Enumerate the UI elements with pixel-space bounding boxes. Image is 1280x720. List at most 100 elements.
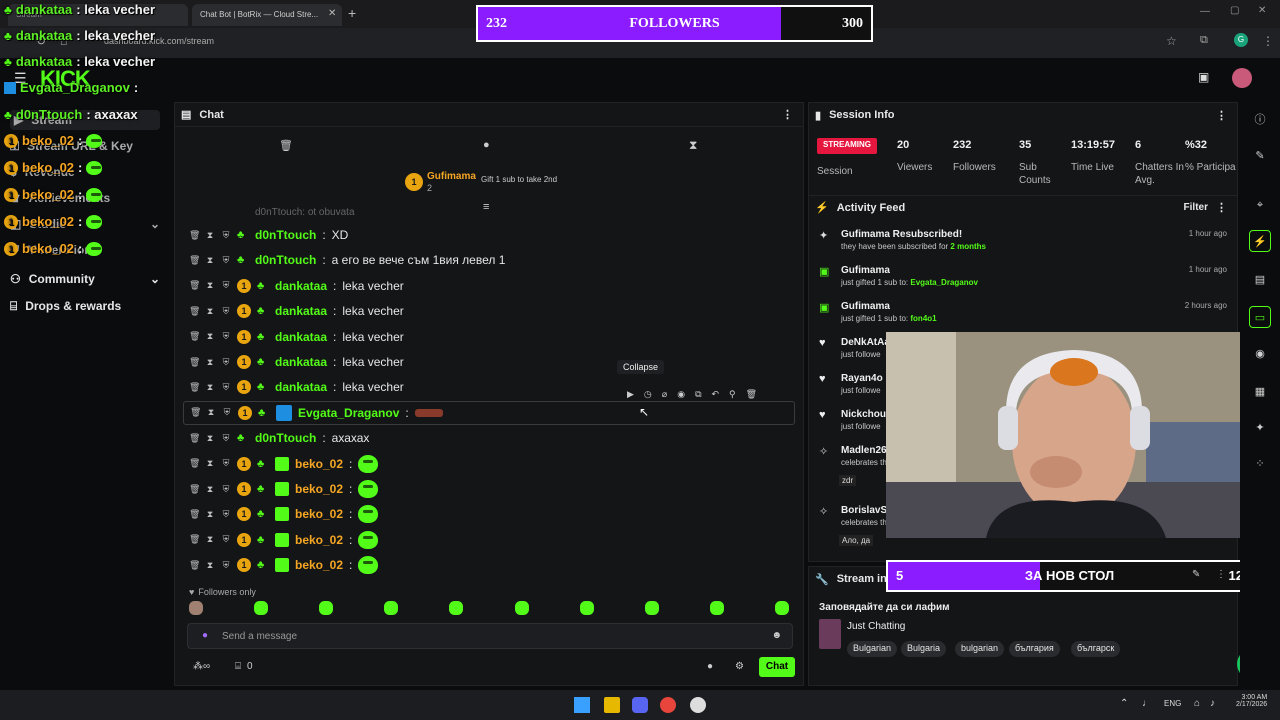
chat-username[interactable]: d0nTtouch <box>255 253 316 267</box>
delete-message-icon[interactable]: 🗑 <box>189 534 200 545</box>
delete-message-icon[interactable]: 🗑 <box>189 560 200 571</box>
hide-icon[interactable]: ◉ <box>677 389 685 400</box>
shield-icon[interactable]: ⛨ <box>221 382 231 393</box>
chat-username[interactable]: d0nTtouch <box>255 228 316 242</box>
timeout-icon[interactable]: ⧗ <box>205 534 215 545</box>
chat-menu-icon[interactable]: ⋮ <box>782 108 793 121</box>
chat-username[interactable]: dankataa <box>275 355 327 369</box>
chat-message-row[interactable]: 🗑 ⧗ ⛨ 1 ♣ Evgata_Draganov: <box>183 400 795 425</box>
maximize-icon[interactable]: ▢ <box>1230 5 1239 16</box>
stream-tag[interactable]: българия <box>1009 641 1060 657</box>
chat-message-row[interactable]: 🗑 ⧗ ⛨ 1 ♣ beko_02: <box>189 553 379 577</box>
trash-icon[interactable]: 🗑 <box>279 139 293 152</box>
target-icon[interactable]: ⌖ <box>1249 194 1271 216</box>
timeout-icon[interactable]: ⧗ <box>206 407 216 418</box>
shield-icon[interactable]: ⛨ <box>221 458 231 469</box>
chat-username[interactable]: beko_02 <box>295 507 343 521</box>
chat-input[interactable]: ● Send a message ☻ <box>187 623 793 649</box>
shield-icon[interactable]: ⛨ <box>221 560 231 571</box>
network-icon[interactable]: ⌂ <box>1194 698 1200 709</box>
tab-botrix[interactable]: Chat Bot | BotRix — Cloud Stre... <box>192 4 342 26</box>
chat-message-row[interactable]: 🗑 ⧗ ⛨ 1 ♣ beko_02: <box>189 452 379 476</box>
shield-icon[interactable]: ⛨ <box>221 306 231 317</box>
undo-icon[interactable]: ↶ <box>712 389 720 400</box>
delete-icon[interactable]: 🗑 <box>746 389 757 400</box>
emote-picker-icon[interactable] <box>774 601 789 615</box>
chat-username[interactable]: dankataa <box>275 304 327 318</box>
chat-bubble-footer-icon[interactable]: ● <box>707 661 713 672</box>
chat-bubble-icon[interactable]: ▣ <box>1198 70 1209 84</box>
quick-action-icon[interactable]: ⚡ <box>1249 230 1271 252</box>
emote-picker-icon[interactable] <box>319 601 334 615</box>
delete-message-icon[interactable]: 🗑 <box>189 433 200 444</box>
delete-message-icon[interactable]: 🗑 <box>189 382 200 393</box>
delete-message-icon[interactable]: 🗑 <box>189 280 200 291</box>
send-chat-button[interactable]: Chat <box>759 657 795 677</box>
copy-icon[interactable]: ⧉ <box>695 389 701 400</box>
profile-avatar-icon[interactable]: G <box>1234 33 1248 47</box>
timeout-icon[interactable]: ⧗ <box>205 255 215 266</box>
chat-message-row[interactable]: 🗑 ⧗ ⛨ 1 ♣ beko_02: <box>189 502 379 526</box>
pencil-icon[interactable]: ✎ <box>1249 144 1271 166</box>
chat-username[interactable]: Evgata_Draganov <box>298 406 399 420</box>
timeout-icon[interactable]: ⧗ <box>205 357 215 368</box>
mute-icon[interactable]: ⌀ <box>662 389 667 400</box>
layout-icon[interactable]: ▦ <box>1249 380 1271 402</box>
window-close-icon[interactable]: ✕ <box>1258 5 1266 16</box>
stream-tag[interactable]: Bulgarian <box>847 641 898 657</box>
edit-pencil-icon[interactable]: ✎ <box>1192 569 1200 580</box>
shield-icon[interactable]: ⛨ <box>222 407 232 418</box>
user-avatar[interactable] <box>1232 68 1252 88</box>
windows-start-icon[interactable] <box>574 697 590 713</box>
delete-message-icon[interactable]: 🗑 <box>189 484 200 495</box>
stream-tag[interactable]: българск <box>1071 641 1121 657</box>
shield-icon[interactable]: ⛨ <box>221 357 231 368</box>
clock[interactable]: 3:00 AM 2/17/2026 <box>1236 694 1267 708</box>
play-icon[interactable]: ▶ <box>627 389 634 400</box>
stream-category[interactable]: Just Chatting <box>847 621 905 632</box>
activity-item[interactable]: ✦ Gufimama Resubscribed! they have been su… <box>817 229 1227 265</box>
chat-message-row[interactable]: 🗑 ⧗ ⛨ 1 ♣ dankataa: leka vecher <box>189 375 404 399</box>
volume-icon[interactable]: ♪ <box>1210 698 1215 709</box>
timeout-icon[interactable]: ⧗ <box>205 280 215 291</box>
chat-message-row[interactable]: 🗑 ⧗ ⛨ 1 ♣ dankataa: leka vecher <box>189 350 404 374</box>
settings-gear-icon[interactable]: ⚙ <box>735 661 744 672</box>
shield-icon[interactable]: ⛨ <box>221 433 231 444</box>
delete-message-icon[interactable]: 🗑 <box>189 331 200 342</box>
chat-username[interactable]: beko_02 <box>295 533 343 547</box>
browser-menu-icon[interactable]: ⋮ <box>1262 34 1274 48</box>
stream-tag[interactable]: Bulgaria <box>901 641 947 657</box>
infinity-icon[interactable]: ⁂∞ <box>193 661 210 672</box>
emote-picker-icon[interactable] <box>384 601 399 615</box>
delete-message-icon[interactable]: 🗑 <box>189 357 200 368</box>
file-explorer-icon[interactable] <box>604 697 620 713</box>
chat-username[interactable]: dankataa <box>275 330 327 344</box>
delete-message-icon[interactable]: 🗑 <box>189 509 200 520</box>
chat-message-row[interactable]: 🗑 ⧗ ⛨ ♣ d0nTtouch: XD <box>189 223 348 247</box>
shield-icon[interactable]: ⛨ <box>221 255 231 266</box>
chat-message-row[interactable]: 🗑 ⧗ ⛨ 1 ♣ beko_02: <box>189 528 379 552</box>
emote-picker-icon[interactable] <box>449 601 464 615</box>
extensions-icon[interactable]: ⧉ <box>1200 34 1208 47</box>
microphone-icon[interactable]: ● <box>202 630 208 641</box>
delete-message-icon[interactable]: 🗑 <box>190 407 201 418</box>
shield-icon[interactable]: ⛨ <box>221 280 231 291</box>
stream-tag[interactable]: bulgarian <box>955 641 1005 657</box>
shield-icon[interactable]: ⛨ <box>221 534 231 545</box>
grid-icon[interactable]: ⁘ <box>1249 452 1271 474</box>
nav-drops-rewards[interactable]: ⌸ Drops & rewards <box>10 296 160 316</box>
chat-message-row[interactable]: 🗑 ⧗ ⛨ 1 ♣ dankataa: leka vecher <box>189 325 404 349</box>
delete-message-icon[interactable]: 🗑 <box>189 458 200 469</box>
timeout-icon[interactable]: ⧗ <box>205 458 215 469</box>
emote-picker-icon[interactable] <box>514 601 529 615</box>
activity-menu-icon[interactable]: ⋮ <box>1216 201 1227 214</box>
chat-username[interactable]: beko_02 <box>295 558 343 572</box>
chat-message-row[interactable]: 🗑 ⧗ ⛨ ♣ d0nTtouch: ахахах <box>189 426 369 450</box>
session-menu-icon[interactable]: ⋮ <box>1216 109 1227 122</box>
emoji-icon[interactable]: ☻ <box>771 630 782 641</box>
timeout-icon[interactable]: ⧗ <box>205 382 215 393</box>
shield-icon[interactable]: ⛨ <box>221 230 231 241</box>
emote-avatar-icon[interactable] <box>189 601 203 615</box>
hourglass-icon[interactable]: ⧗ <box>689 138 697 153</box>
emote-picker-icon[interactable] <box>709 601 724 615</box>
